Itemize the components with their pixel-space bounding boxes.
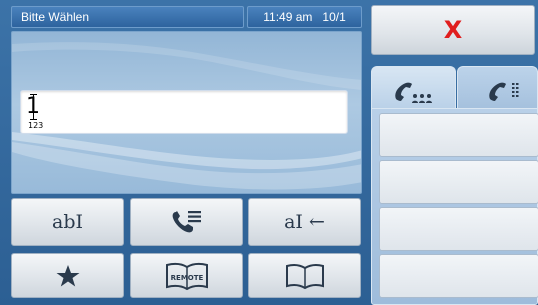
local-phonebook-key[interactable] — [248, 253, 361, 298]
list-item[interactable] — [379, 113, 538, 157]
text-cursor — [30, 94, 37, 120]
contacts-tab[interactable] — [371, 66, 456, 112]
favorites-key[interactable] — [11, 253, 124, 298]
time-label: 11:49 am — [263, 10, 313, 24]
contacts-panel — [369, 60, 538, 305]
phone-screen: Bitte Wählen 11:49 am 10/1 1 123 abI aI … — [0, 0, 538, 305]
remote-book-icon: REMOTE — [165, 262, 208, 290]
contacts-list — [371, 108, 538, 305]
date-label: 10/1 — [322, 10, 346, 24]
dial-input[interactable]: 1 123 — [20, 90, 348, 134]
dial-display: 1 123 — [11, 31, 362, 194]
list-item[interactable] — [379, 160, 538, 204]
screen-title: Bitte Wählen — [11, 6, 244, 28]
list-item[interactable] — [379, 207, 538, 251]
call-list-key[interactable] — [130, 198, 243, 246]
phone-list-icon — [172, 211, 201, 233]
clock: 11:49 am 10/1 — [247, 6, 362, 28]
edit-text-icon: abI — [52, 211, 83, 233]
backspace-icon: aI ← — [284, 211, 325, 233]
star-icon — [56, 264, 79, 286]
phone-people-icon — [395, 82, 432, 103]
keypad-tab[interactable] — [457, 66, 538, 112]
book-icon — [285, 263, 324, 289]
close-button[interactable]: X — [371, 5, 535, 55]
remote-phonebook-key[interactable]: REMOTE — [130, 253, 243, 298]
phone-keypad-icon — [489, 82, 519, 101]
input-mode-label: 123 — [28, 121, 44, 130]
list-item[interactable] — [379, 254, 538, 298]
remote-label: REMOTE — [170, 274, 203, 282]
edit-text-key[interactable]: abI — [11, 198, 124, 246]
backspace-key[interactable]: aI ← — [248, 198, 361, 246]
